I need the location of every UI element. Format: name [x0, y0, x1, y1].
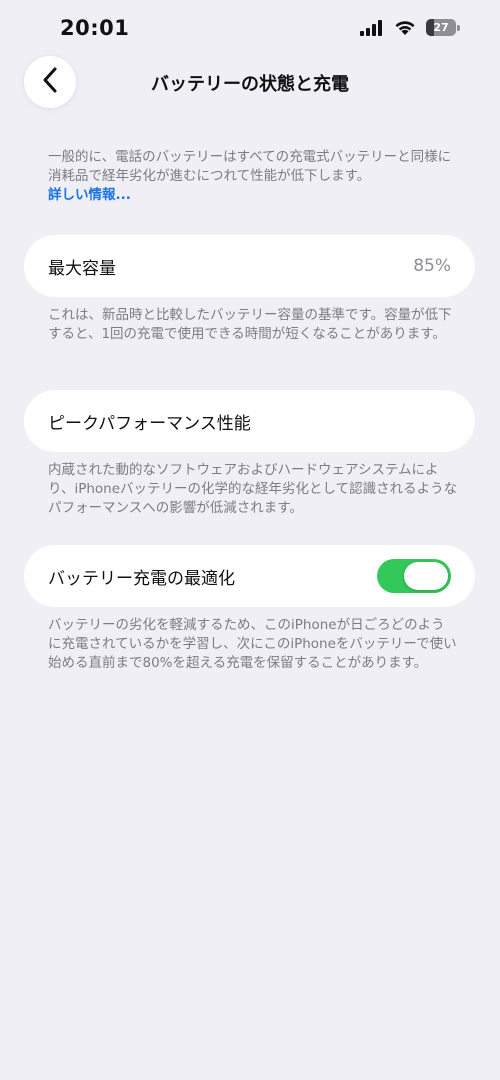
peak-performance-row[interactable]: ピークパフォーマンス性能: [24, 390, 475, 452]
battery-icon: 27: [426, 19, 460, 36]
max-capacity-value: 85%: [413, 256, 451, 276]
toggle-knob: [404, 562, 448, 590]
optimized-charging-toggle[interactable]: [377, 559, 451, 593]
wifi-icon: [394, 20, 416, 36]
intro-description: 一般的に、電話のバッテリーはすべての充電式バッテリーと同様に消耗品で経年劣化が進…: [48, 148, 458, 205]
optimized-charging-label: バッテリー充電の最適化: [48, 568, 235, 589]
optimized-charging-row: バッテリー充電の最適化: [24, 545, 475, 607]
page-title: バッテリーの状態と充電: [151, 74, 349, 95]
status-bar: 20:01 27: [0, 0, 500, 60]
learn-more-link[interactable]: 詳しい情報...: [48, 187, 131, 203]
optimized-charging-description: バッテリーの劣化を軽減するため、このiPhoneが日ごろどのように充電されている…: [48, 617, 457, 671]
max-capacity-description: これは、新品時と比較したバッテリー容量の基準です。容量が低下すると、1回の充電で…: [48, 307, 452, 342]
battery-level: 27: [433, 21, 449, 34]
peak-performance-description: 内蔵された動的なソフトウェアおよびハードウェアシステムにより、iPhoneバッテ…: [48, 462, 458, 516]
max-capacity-row: 最大容量 85%: [24, 235, 475, 297]
status-icons: 27: [360, 19, 460, 36]
peak-performance-label: ピークパフォーマンス性能: [48, 413, 251, 434]
screen: 20:01 27 バッテリーの状態と充電 一般的に、電話のバッテリーはすべての充…: [0, 0, 500, 1080]
nav-bar: バッテリーの状態と充電: [0, 54, 500, 108]
signal-icon: [360, 19, 384, 36]
status-time: 20:01: [60, 16, 130, 40]
max-capacity-label: 最大容量: [48, 258, 116, 279]
intro-text: 一般的に、電話のバッテリーはすべての充電式バッテリーと同様に消耗品で経年劣化が進…: [48, 149, 452, 184]
